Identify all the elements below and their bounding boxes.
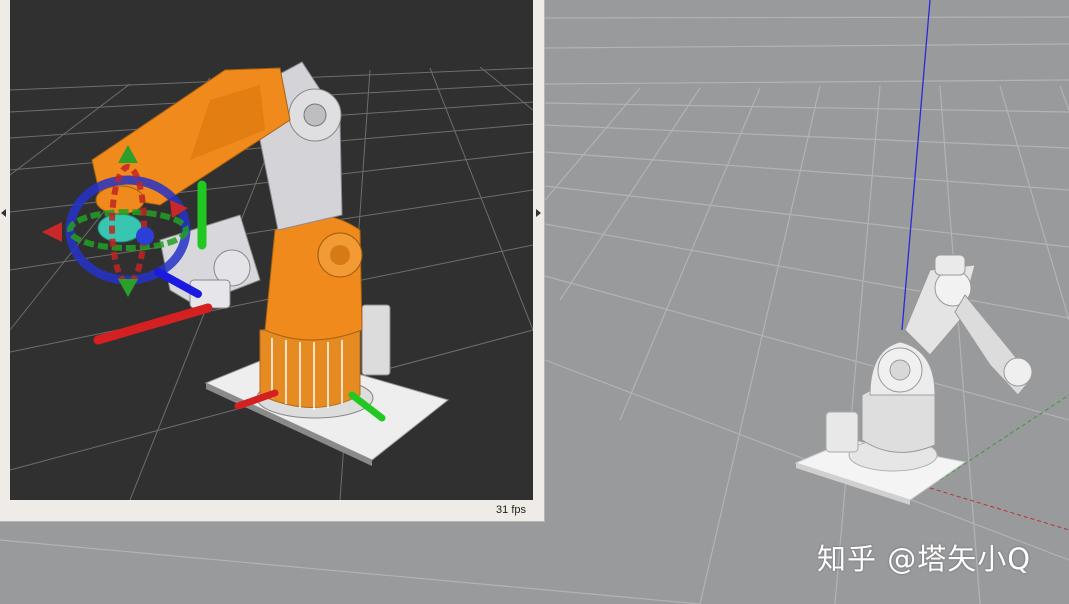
fps-counter: 31 fps (496, 504, 526, 516)
gazebo-robot-arm[interactable] (794, 254, 1033, 505)
watermark-text: 知乎 @塔矢小Q (817, 542, 1032, 576)
triangle-left-icon[interactable] (1, 209, 6, 217)
triangle-right-icon[interactable] (536, 209, 541, 217)
rviz-robot-arm[interactable] (91, 61, 450, 466)
rviz-3d-viewport[interactable] (10, 0, 533, 500)
rviz-window: 31 fps (0, 0, 545, 522)
